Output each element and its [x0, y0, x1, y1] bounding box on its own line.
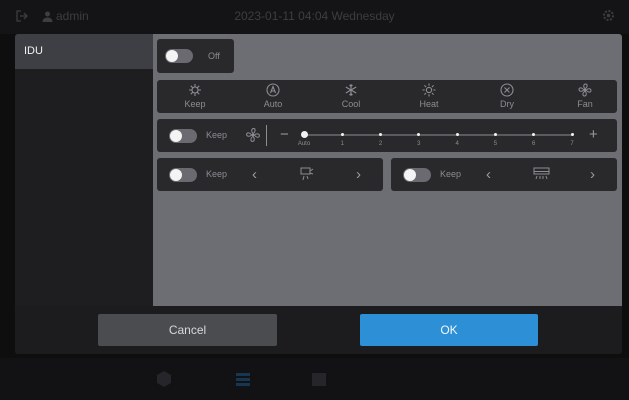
fan-speed-tick-label: 6: [532, 141, 536, 147]
mode-label: Heat: [419, 99, 439, 109]
status-bar: admin 2023-01-11 04:04 Wednesday: [0, 0, 629, 34]
sidebar-item-label: IDU: [24, 45, 43, 57]
fan-speed-tick-label: 2: [378, 141, 383, 147]
fan-speed-increase-button[interactable]: +: [589, 126, 598, 143]
fan-speed-icon: [245, 127, 261, 148]
fan-speed-tick[interactable]: [455, 133, 459, 136]
horizontal-swing-panel: Keep ‹ ›: [391, 158, 617, 191]
power-panel: Off: [157, 39, 234, 73]
cube-icon: [155, 370, 173, 388]
gear-icon: [602, 9, 615, 25]
idu-control-dialog: IDU Off Keep Auto Cool Heat Dry Fan Keep…: [15, 34, 622, 354]
fan-speed-toggle-label: Keep: [206, 130, 228, 140]
cancel-button[interactable]: Cancel: [98, 314, 277, 346]
power-state-label: Off: [208, 51, 220, 61]
fan-speed-tick-label: 5: [493, 141, 498, 147]
calendar-icon: [310, 370, 328, 388]
dialog-content: Off Keep Auto Cool Heat Dry Fan Keep − +…: [153, 34, 622, 306]
fan-speed-tick-label: 7: [570, 141, 574, 147]
mode-label: Dry: [500, 99, 514, 109]
fan-speed-panel: Keep − + Auto 1 2 3 4 5 6 7: [157, 119, 617, 152]
fan-speed-decrease-button[interactable]: −: [280, 126, 289, 143]
mode-dry[interactable]: Dry: [482, 83, 532, 111]
fan-speed-tick[interactable]: [570, 133, 574, 136]
list-icon: [234, 370, 252, 388]
mode-label: Keep: [184, 99, 206, 109]
mode-keep[interactable]: Keep: [170, 83, 220, 111]
vertical-swing-next-button[interactable]: ›: [356, 166, 361, 183]
horizontal-swing-label: Keep: [440, 169, 462, 179]
snowflake-icon: [345, 84, 357, 96]
dialog-sidebar: IDU: [15, 34, 153, 306]
fan-speed-tick[interactable]: [493, 133, 497, 136]
horizontal-swing-icon: [533, 166, 550, 187]
datetime: 2023-01-11 04:04 Wednesday: [234, 9, 395, 23]
mode-fan[interactable]: Fan: [560, 83, 610, 111]
fan-speed-tick[interactable]: [340, 133, 344, 136]
mode-cool[interactable]: Cool: [326, 83, 376, 111]
vertical-swing-toggle[interactable]: [169, 168, 197, 182]
vertical-swing-label: Keep: [206, 169, 228, 179]
vertical-swing-panel: Keep ‹ ›: [157, 158, 383, 191]
vertical-swing-icon: [299, 166, 315, 187]
dialog-footer: Cancel OK: [15, 306, 622, 354]
ok-button[interactable]: OK: [360, 314, 538, 346]
fan-icon: [578, 83, 592, 97]
auto-mode-icon: [266, 83, 280, 97]
fan-speed-slider-handle[interactable]: [301, 131, 308, 138]
fan-speed-tick-label: Auto: [297, 141, 311, 147]
keep-mode-icon: [189, 84, 201, 96]
mode-heat[interactable]: Heat: [404, 83, 454, 111]
mode-panel: Keep Auto Cool Heat Dry Fan: [157, 80, 617, 113]
vertical-swing-prev-button[interactable]: ‹: [252, 166, 257, 183]
fan-speed-tick-label: 1: [340, 141, 344, 147]
fan-speed-tick-label: 4: [455, 141, 459, 147]
mode-label: Auto: [263, 99, 283, 109]
droplet-icon: [500, 83, 514, 97]
mode-auto[interactable]: Auto: [248, 83, 298, 111]
horizontal-swing-next-button[interactable]: ›: [590, 166, 595, 183]
mode-label: Cool: [341, 99, 361, 109]
horizontal-swing-prev-button[interactable]: ‹: [486, 166, 491, 183]
horizontal-swing-toggle[interactable]: [403, 168, 431, 182]
mode-label: Fan: [577, 99, 593, 109]
fan-speed-toggle[interactable]: [169, 129, 197, 143]
divider: [266, 125, 267, 146]
power-toggle[interactable]: [165, 49, 193, 63]
fan-speed-tick-label: 3: [417, 141, 421, 147]
sun-icon: [422, 83, 436, 97]
bottom-nav: [0, 358, 629, 400]
sidebar-item-idu[interactable]: IDU: [15, 34, 153, 69]
